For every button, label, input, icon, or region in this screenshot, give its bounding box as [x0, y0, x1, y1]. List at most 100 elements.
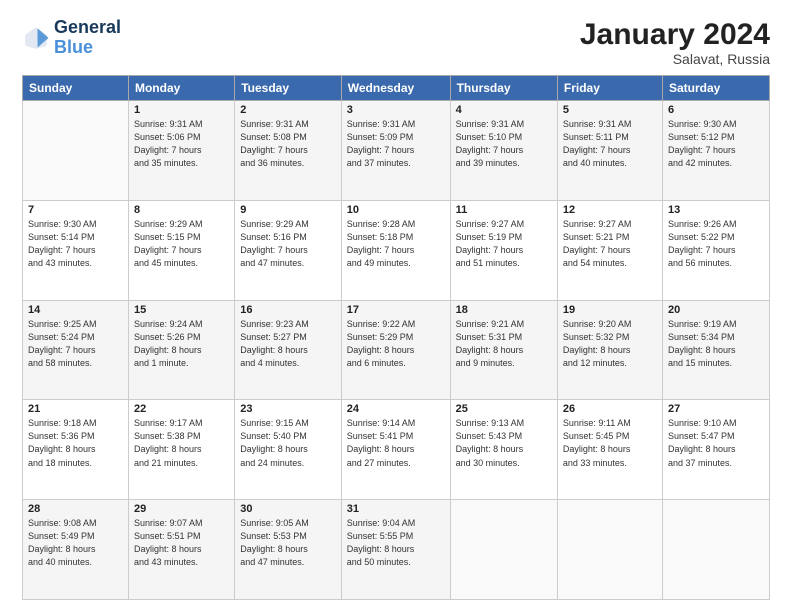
calendar-table: Sunday Monday Tuesday Wednesday Thursday… — [22, 75, 770, 600]
day-info-9: Sunrise: 9:29 AMSunset: 5:16 PMDaylight:… — [240, 218, 336, 270]
day-number-19: 19 — [563, 304, 657, 316]
cell-w4-d7: 27Sunrise: 9:10 AMSunset: 5:47 PMDayligh… — [662, 400, 769, 500]
day-info-28: Sunrise: 9:08 AMSunset: 5:49 PMDaylight:… — [28, 517, 123, 569]
day-info-15: Sunrise: 9:24 AMSunset: 5:26 PMDaylight:… — [134, 318, 229, 370]
day-number-9: 9 — [240, 204, 336, 216]
day-number-31: 31 — [347, 503, 445, 515]
cell-w2-d4: 10Sunrise: 9:28 AMSunset: 5:18 PMDayligh… — [341, 200, 450, 300]
day-number-23: 23 — [240, 403, 336, 415]
week-row-3: 14 Sunrise: 9:25 AMSunset: 5:24 PMDayligh… — [23, 300, 770, 400]
day-info-30: Sunrise: 9:05 AMSunset: 5:53 PMDaylight:… — [240, 517, 336, 569]
cell-w3-d1: 14 Sunrise: 9:25 AMSunset: 5:24 PMDayligh… — [23, 300, 129, 400]
logo-icon — [22, 24, 50, 52]
cell-w1-d7: 6Sunrise: 9:30 AMSunset: 5:12 PMDaylight… — [662, 101, 769, 201]
day-info-29: Sunrise: 9:07 AMSunset: 5:51 PMDaylight:… — [134, 517, 229, 569]
day-number-3: 3 — [347, 104, 445, 116]
week-row-5: 28 Sunrise: 9:08 AMSunset: 5:49 PMDayligh… — [23, 500, 770, 600]
title-section: January 2024 Salavat, Russia — [580, 18, 770, 67]
cell-w4-d6: 26 Sunrise: 9:11 AMSunset: 5:45 PMDayligh… — [557, 400, 662, 500]
cell-w5-d6 — [557, 500, 662, 600]
day-number-8: 8 — [134, 204, 229, 216]
logo-line2: Blue — [54, 37, 93, 57]
cell-w4-d3: 23Sunrise: 9:15 AMSunset: 5:40 PMDayligh… — [235, 400, 342, 500]
logo-text: General Blue — [54, 18, 121, 58]
cell-w5-d1: 28 Sunrise: 9:08 AMSunset: 5:49 PMDayligh… — [23, 500, 129, 600]
week-row-2: 7 Sunrise: 9:30 AMSunset: 5:14 PMDaylight… — [23, 200, 770, 300]
day-info-1: Sunrise: 9:31 AMSunset: 5:06 PMDaylight:… — [134, 118, 229, 170]
col-monday: Monday — [128, 76, 234, 101]
day-number-11: 11 — [456, 204, 552, 216]
page: General Blue January 2024 Salavat, Russi… — [0, 0, 792, 612]
cell-w1-d5: 4Sunrise: 9:31 AMSunset: 5:10 PMDaylight… — [450, 101, 557, 201]
day-number-10: 10 — [347, 204, 445, 216]
day-info-22: Sunrise: 9:17 AMSunset: 5:38 PMDaylight:… — [134, 417, 229, 469]
day-number-4: 4 — [456, 104, 552, 116]
day-number-24: 24 — [347, 403, 445, 415]
day-info-27: Sunrise: 9:10 AMSunset: 5:47 PMDaylight:… — [668, 417, 764, 469]
day-info-13: Sunrise: 9:26 AMSunset: 5:22 PMDaylight:… — [668, 218, 764, 270]
day-info-14: Sunrise: 9:25 AMSunset: 5:24 PMDaylight:… — [28, 318, 123, 370]
day-info-11: Sunrise: 9:27 AMSunset: 5:19 PMDaylight:… — [456, 218, 552, 270]
day-number-13: 13 — [668, 204, 764, 216]
day-number-26: 26 — [563, 403, 657, 415]
cell-w1-d2: 1 Sunrise: 9:31 AMSunset: 5:06 PMDaylight… — [128, 101, 234, 201]
day-info-16: Sunrise: 9:23 AMSunset: 5:27 PMDaylight:… — [240, 318, 336, 370]
day-number-20: 20 — [668, 304, 764, 316]
col-tuesday: Tuesday — [235, 76, 342, 101]
day-info-31: Sunrise: 9:04 AMSunset: 5:55 PMDaylight:… — [347, 517, 445, 569]
cell-w3-d3: 16 Sunrise: 9:23 AMSunset: 5:27 PMDayligh… — [235, 300, 342, 400]
day-number-2: 2 — [240, 104, 336, 116]
day-info-19: Sunrise: 9:20 AMSunset: 5:32 PMDaylight:… — [563, 318, 657, 370]
cell-w1-d3: 2 Sunrise: 9:31 AMSunset: 5:08 PMDaylight… — [235, 101, 342, 201]
cell-w2-d2: 8 Sunrise: 9:29 AMSunset: 5:15 PMDaylight… — [128, 200, 234, 300]
day-info-21: Sunrise: 9:18 AMSunset: 5:36 PMDaylight:… — [28, 417, 123, 469]
day-info-6: Sunrise: 9:30 AMSunset: 5:12 PMDaylight:… — [668, 118, 764, 170]
col-saturday: Saturday — [662, 76, 769, 101]
cell-w5-d7 — [662, 500, 769, 600]
cell-w2-d1: 7 Sunrise: 9:30 AMSunset: 5:14 PMDaylight… — [23, 200, 129, 300]
cell-w3-d4: 17 Sunrise: 9:22 AMSunset: 5:29 PMDayligh… — [341, 300, 450, 400]
day-number-16: 16 — [240, 304, 336, 316]
day-info-3: Sunrise: 9:31 AMSunset: 5:09 PMDaylight:… — [347, 118, 445, 170]
day-info-26: Sunrise: 9:11 AMSunset: 5:45 PMDaylight:… — [563, 417, 657, 469]
cell-w3-d5: 18Sunrise: 9:21 AMSunset: 5:31 PMDayligh… — [450, 300, 557, 400]
day-info-8: Sunrise: 9:29 AMSunset: 5:15 PMDaylight:… — [134, 218, 229, 270]
cell-w2-d7: 13 Sunrise: 9:26 AMSunset: 5:22 PMDayligh… — [662, 200, 769, 300]
day-number-1: 1 — [134, 104, 229, 116]
day-info-24: Sunrise: 9:14 AMSunset: 5:41 PMDaylight:… — [347, 417, 445, 469]
cell-w1-d4: 3 Sunrise: 9:31 AMSunset: 5:09 PMDaylight… — [341, 101, 450, 201]
col-thursday: Thursday — [450, 76, 557, 101]
day-number-28: 28 — [28, 503, 123, 515]
day-number-17: 17 — [347, 304, 445, 316]
header-row: Sunday Monday Tuesday Wednesday Thursday… — [23, 76, 770, 101]
day-number-18: 18 — [456, 304, 552, 316]
cell-w2-d5: 11 Sunrise: 9:27 AMSunset: 5:19 PMDayligh… — [450, 200, 557, 300]
day-number-12: 12 — [563, 204, 657, 216]
col-friday: Friday — [557, 76, 662, 101]
calendar-header: Sunday Monday Tuesday Wednesday Thursday… — [23, 76, 770, 101]
month-title: January 2024 — [580, 18, 770, 51]
day-info-2: Sunrise: 9:31 AMSunset: 5:08 PMDaylight:… — [240, 118, 336, 170]
location: Salavat, Russia — [580, 51, 770, 67]
day-info-20: Sunrise: 9:19 AMSunset: 5:34 PMDaylight:… — [668, 318, 764, 370]
day-number-30: 30 — [240, 503, 336, 515]
col-sunday: Sunday — [23, 76, 129, 101]
day-number-14: 14 — [28, 304, 123, 316]
week-row-1: 1 Sunrise: 9:31 AMSunset: 5:06 PMDaylight… — [23, 101, 770, 201]
day-info-7: Sunrise: 9:30 AMSunset: 5:14 PMDaylight:… — [28, 218, 123, 270]
day-info-17: Sunrise: 9:22 AMSunset: 5:29 PMDaylight:… — [347, 318, 445, 370]
day-number-7: 7 — [28, 204, 123, 216]
cell-w5-d4: 31 Sunrise: 9:04 AMSunset: 5:55 PMDayligh… — [341, 500, 450, 600]
cell-w3-d2: 15 Sunrise: 9:24 AMSunset: 5:26 PMDayligh… — [128, 300, 234, 400]
cell-w1-d6: 5Sunrise: 9:31 AMSunset: 5:11 PMDaylight… — [557, 101, 662, 201]
day-number-15: 15 — [134, 304, 229, 316]
week-row-4: 21Sunrise: 9:18 AMSunset: 5:36 PMDayligh… — [23, 400, 770, 500]
cell-w3-d6: 19 Sunrise: 9:20 AMSunset: 5:32 PMDayligh… — [557, 300, 662, 400]
cell-w3-d7: 20 Sunrise: 9:19 AMSunset: 5:34 PMDayligh… — [662, 300, 769, 400]
cell-w4-d1: 21Sunrise: 9:18 AMSunset: 5:36 PMDayligh… — [23, 400, 129, 500]
header: General Blue January 2024 Salavat, Russi… — [22, 18, 770, 67]
day-info-5: Sunrise: 9:31 AMSunset: 5:11 PMDaylight:… — [563, 118, 657, 170]
calendar-body: 1 Sunrise: 9:31 AMSunset: 5:06 PMDaylight… — [23, 101, 770, 600]
day-number-22: 22 — [134, 403, 229, 415]
day-number-29: 29 — [134, 503, 229, 515]
